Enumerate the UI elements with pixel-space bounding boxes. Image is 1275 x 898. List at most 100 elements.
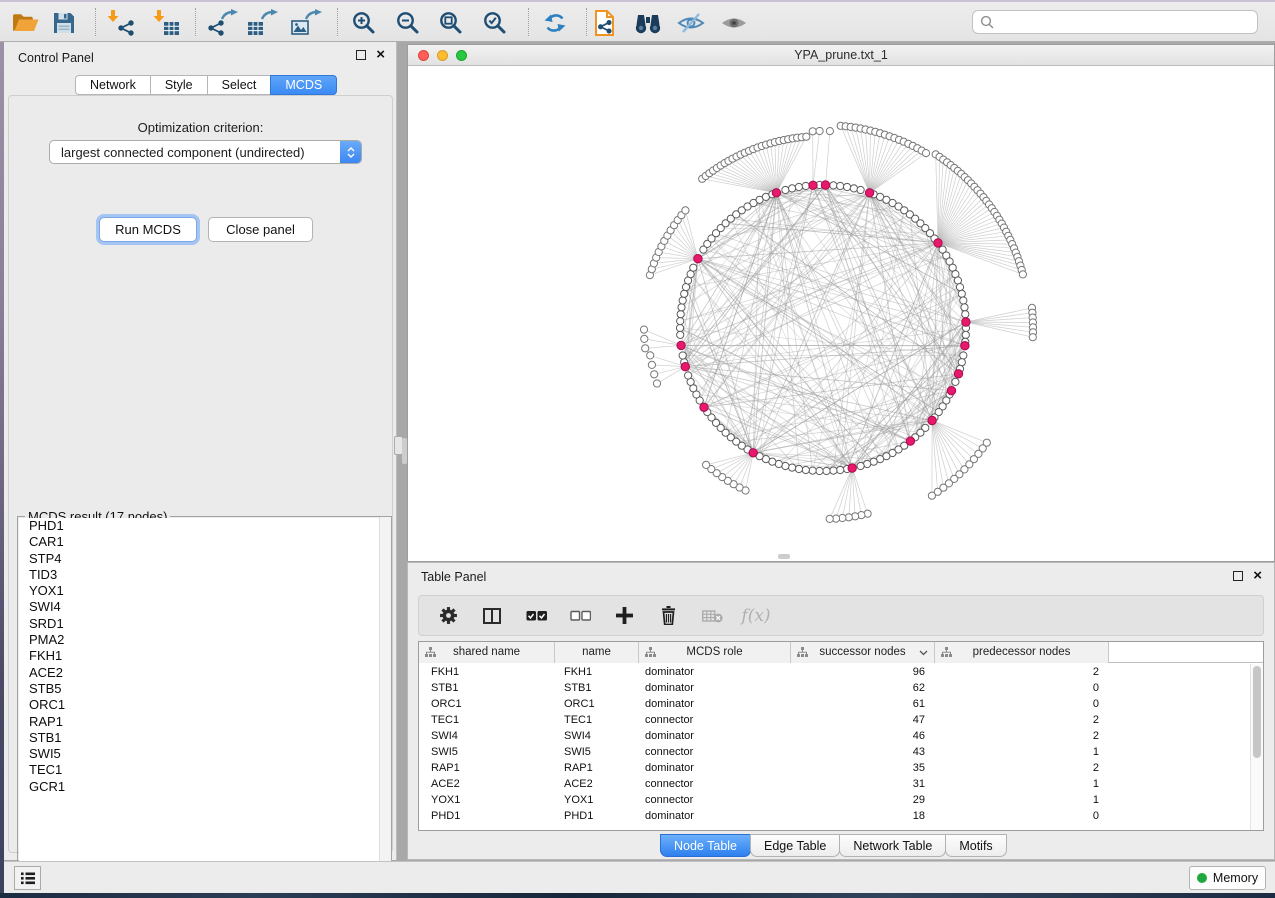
mcds-result-item[interactable]: TID3	[19, 567, 390, 583]
float-panel-icon[interactable]	[1233, 571, 1243, 581]
tab-node-table[interactable]: Node Table	[660, 834, 751, 857]
function-builder-icon[interactable]: f(x)	[745, 604, 767, 628]
table-toolbar: f(x)	[418, 595, 1264, 636]
mcds-result-item[interactable]: SRD1	[19, 616, 390, 632]
task-history-button[interactable]	[14, 866, 41, 890]
mcds-result-item[interactable]: YOX1	[19, 583, 390, 599]
column-header-successor-nodes[interactable]: successor nodes	[791, 642, 935, 663]
zoom-in-button[interactable]	[347, 7, 381, 39]
memory-button[interactable]: Memory	[1189, 866, 1266, 890]
table-row[interactable]: YOX1 YOX1 connector 29 1	[419, 792, 1251, 808]
export-network-button[interactable]	[205, 7, 239, 39]
sort-chevron-icon	[919, 650, 928, 656]
mcds-result-item[interactable]: PHD1	[19, 518, 390, 534]
save-session-button[interactable]	[47, 7, 81, 39]
tab-edge-table[interactable]: Edge Table	[750, 834, 840, 857]
column-header-mcds-role[interactable]: MCDS role	[639, 642, 791, 663]
mcds-result-item[interactable]: STB5	[19, 681, 390, 697]
import-table-button[interactable]	[149, 7, 183, 39]
mcds-result-item[interactable]: STP4	[19, 551, 390, 567]
mcds-result-item[interactable]: RAP1	[19, 714, 390, 730]
mcds-result-item[interactable]: SWI4	[19, 599, 390, 615]
table-scrollbar-thumb[interactable]	[1253, 666, 1261, 758]
run-mcds-button[interactable]: Run MCDS	[99, 217, 197, 242]
mcds-result-item[interactable]: FKH1	[19, 648, 390, 664]
zoom-out-button[interactable]	[391, 7, 425, 39]
add-column-icon[interactable]	[613, 604, 635, 628]
control-panel-tabs: NetworkStyleSelectMCDS	[75, 75, 337, 95]
table-row[interactable]: SWI4 SWI4 dominator 46 2	[419, 728, 1251, 744]
network-vscroll-thumb[interactable]	[402, 438, 407, 464]
hide-panel-button[interactable]	[674, 7, 708, 39]
search-input[interactable]	[994, 13, 1257, 31]
column-header-name[interactable]: name	[555, 642, 639, 663]
select-stepper	[340, 141, 361, 163]
close-panel-icon[interactable]: ×	[376, 50, 385, 60]
close-panel-button[interactable]: Close panel	[208, 217, 313, 242]
cell-shared-name: PHD1	[419, 808, 555, 824]
select-all-checkboxes-icon[interactable]	[525, 604, 547, 628]
close-panel-icon[interactable]: ×	[1253, 571, 1262, 581]
table-row[interactable]: STB1 STB1 dominator 62 0	[419, 680, 1251, 696]
mcds-result-item[interactable]: TEC1	[19, 762, 390, 778]
mcds-result-item[interactable]: ACE2	[19, 665, 390, 681]
column-header-shared-name[interactable]: shared name	[419, 642, 555, 663]
open-session-button[interactable]	[8, 7, 42, 39]
deselect-all-checkboxes-icon[interactable]	[569, 604, 591, 628]
tab-motifs[interactable]: Motifs	[945, 834, 1006, 857]
export-image-button[interactable]	[289, 7, 323, 39]
table-row[interactable]: ORC1 ORC1 dominator 61 0	[419, 696, 1251, 712]
mcds-result-item[interactable]: SWI5	[19, 746, 390, 762]
mcds-result-item[interactable]: ORC1	[19, 697, 390, 713]
import-network-button[interactable]	[103, 7, 137, 39]
tab-mcds[interactable]: MCDS	[270, 75, 337, 95]
table-row[interactable]: ACE2 ACE2 connector 31 1	[419, 776, 1251, 792]
share-document-button[interactable]	[588, 7, 622, 39]
table-row[interactable]: RAP1 RAP1 dominator 35 2	[419, 760, 1251, 776]
column-header-predecessor-nodes[interactable]: predecessor nodes	[935, 642, 1109, 663]
tab-select[interactable]: Select	[207, 75, 272, 95]
table-row[interactable]: TEC1 TEC1 connector 47 2	[419, 712, 1251, 728]
cell-successor-nodes: 31	[791, 776, 935, 792]
show-panel-button[interactable]	[717, 7, 751, 39]
tab-style[interactable]: Style	[150, 75, 208, 95]
table-row[interactable]: PHD1 PHD1 dominator 18 0	[419, 808, 1251, 824]
table-row[interactable]: SWI5 SWI5 connector 43 1	[419, 744, 1251, 760]
table-scrollbar[interactable]	[1250, 664, 1263, 830]
mcds-result-item[interactable]: STB1	[19, 730, 390, 746]
import-network-icon	[105, 9, 135, 37]
mcds-list-scrollbar[interactable]	[379, 517, 391, 887]
network-window-title: YPA_prune.txt_1	[408, 48, 1274, 62]
network-hscroll-thumb[interactable]	[778, 554, 790, 559]
memory-button-label: Memory	[1213, 871, 1258, 885]
cell-successor-nodes: 61	[791, 696, 935, 712]
mcds-result-list[interactable]: PHD1CAR1STP4TID3YOX1SWI4SRD1PMA2FKH1ACE2…	[19, 518, 390, 886]
zoom-in-icon	[351, 10, 377, 36]
network-canvas[interactable]	[408, 67, 1274, 561]
gear-icon[interactable]	[437, 604, 459, 628]
cell-mcds-role: connector	[639, 792, 791, 808]
zoom-fit-button[interactable]	[434, 7, 468, 39]
criterion-select[interactable]: largest connected component (undirected)	[49, 140, 362, 164]
columns-view-icon[interactable]	[481, 604, 503, 628]
tab-network[interactable]: Network	[75, 75, 151, 95]
search-network-button[interactable]	[631, 7, 665, 39]
refresh-button[interactable]	[538, 7, 572, 39]
mcds-result-item[interactable]: CAR1	[19, 534, 390, 550]
mcds-result-group: MCDS result (17 nodes) PHD1CAR1STP4TID3Y…	[17, 516, 392, 888]
search-field[interactable]	[972, 10, 1258, 34]
cell-name: FKH1	[555, 664, 639, 680]
delete-table-icon[interactable]	[701, 604, 723, 628]
binoculars-icon	[633, 11, 663, 35]
mcds-result-item[interactable]: PMA2	[19, 632, 390, 648]
table-row[interactable]: FKH1 FKH1 dominator 96 2	[419, 664, 1251, 680]
delete-column-icon[interactable]	[657, 604, 679, 628]
network-window-titlebar[interactable]: YPA_prune.txt_1	[408, 45, 1274, 66]
tab-network-table[interactable]: Network Table	[839, 834, 946, 857]
export-table-button[interactable]	[245, 7, 279, 39]
table-panel-tabs: Node TableEdge TableNetwork TableMotifs	[661, 834, 1007, 857]
toolbar-separator	[586, 8, 587, 36]
zoom-selected-button[interactable]	[478, 7, 512, 39]
float-panel-icon[interactable]	[356, 50, 366, 60]
mcds-result-item[interactable]: GCR1	[19, 779, 390, 795]
